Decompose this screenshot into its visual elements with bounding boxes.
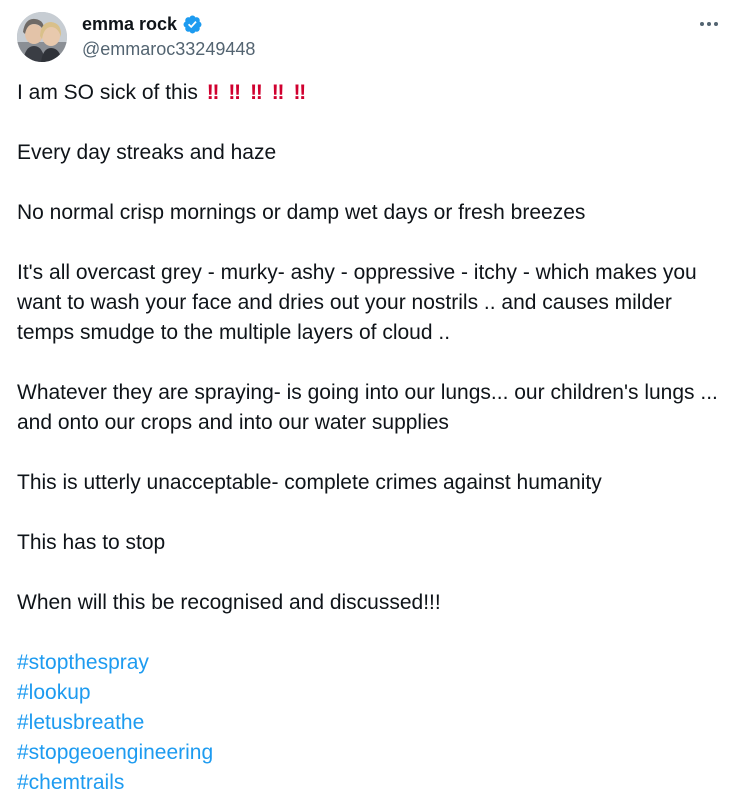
hashtag-link[interactable]: #stopthespray	[17, 648, 722, 678]
double-exclamation-icon: ‼	[271, 81, 285, 104]
profile-photo-avatar	[17, 12, 67, 62]
name-row: emma rock	[82, 12, 203, 36]
double-exclamation-icon: ‼	[206, 81, 220, 104]
tweet-paragraph: When will this be recognised and discuss…	[17, 591, 441, 614]
tweet-first-line: I am SO sick of this ‼ ‼ ‼ ‼ ‼	[17, 78, 722, 108]
user-handle[interactable]: @emmaroc33249448	[82, 38, 255, 60]
more-horizontal-icon	[700, 22, 718, 26]
tweet-paragraph: This is utterly unacceptable- complete c…	[17, 471, 602, 494]
hashtag-link[interactable]: #letusbreathe	[17, 708, 722, 738]
tweet-paragraph: This has to stop	[17, 531, 166, 554]
display-name[interactable]: emma rock	[82, 12, 177, 36]
double-exclamation-emojis: ‼ ‼ ‼ ‼ ‼	[207, 81, 315, 104]
tweet-paragraph: It's all overcast grey - murky- ashy - o…	[17, 261, 697, 344]
more-options-button[interactable]	[695, 12, 723, 36]
hashtag-link[interactable]: #chemtrails	[17, 768, 722, 798]
hashtag-link[interactable]: #lookup	[17, 678, 722, 708]
double-exclamation-icon: ‼	[293, 81, 306, 104]
tweet-text: I am SO sick of this ‼ ‼ ‼ ‼ ‼ Every day str…	[17, 78, 722, 798]
tweet-paragraph: No normal crisp mornings or damp wet day…	[17, 201, 586, 224]
double-exclamation-icon: ‼	[250, 81, 263, 104]
double-exclamation-icon: ‼	[228, 81, 241, 104]
verified-badge-icon	[183, 15, 202, 33]
hashtag-list: #stopthespray #lookup #letusbreathe #sto…	[17, 648, 722, 798]
tweet-header: emma rock @emmaroc33249448	[17, 12, 729, 64]
hashtag-link[interactable]: #stopgeoengineering	[17, 738, 722, 768]
tweet-paragraph: Every day streaks and haze	[17, 141, 277, 164]
avatar[interactable]	[17, 12, 67, 62]
first-line-text: I am SO sick of this	[17, 81, 198, 104]
tweet-paragraph: Whatever they are spraying- is going int…	[17, 381, 718, 434]
